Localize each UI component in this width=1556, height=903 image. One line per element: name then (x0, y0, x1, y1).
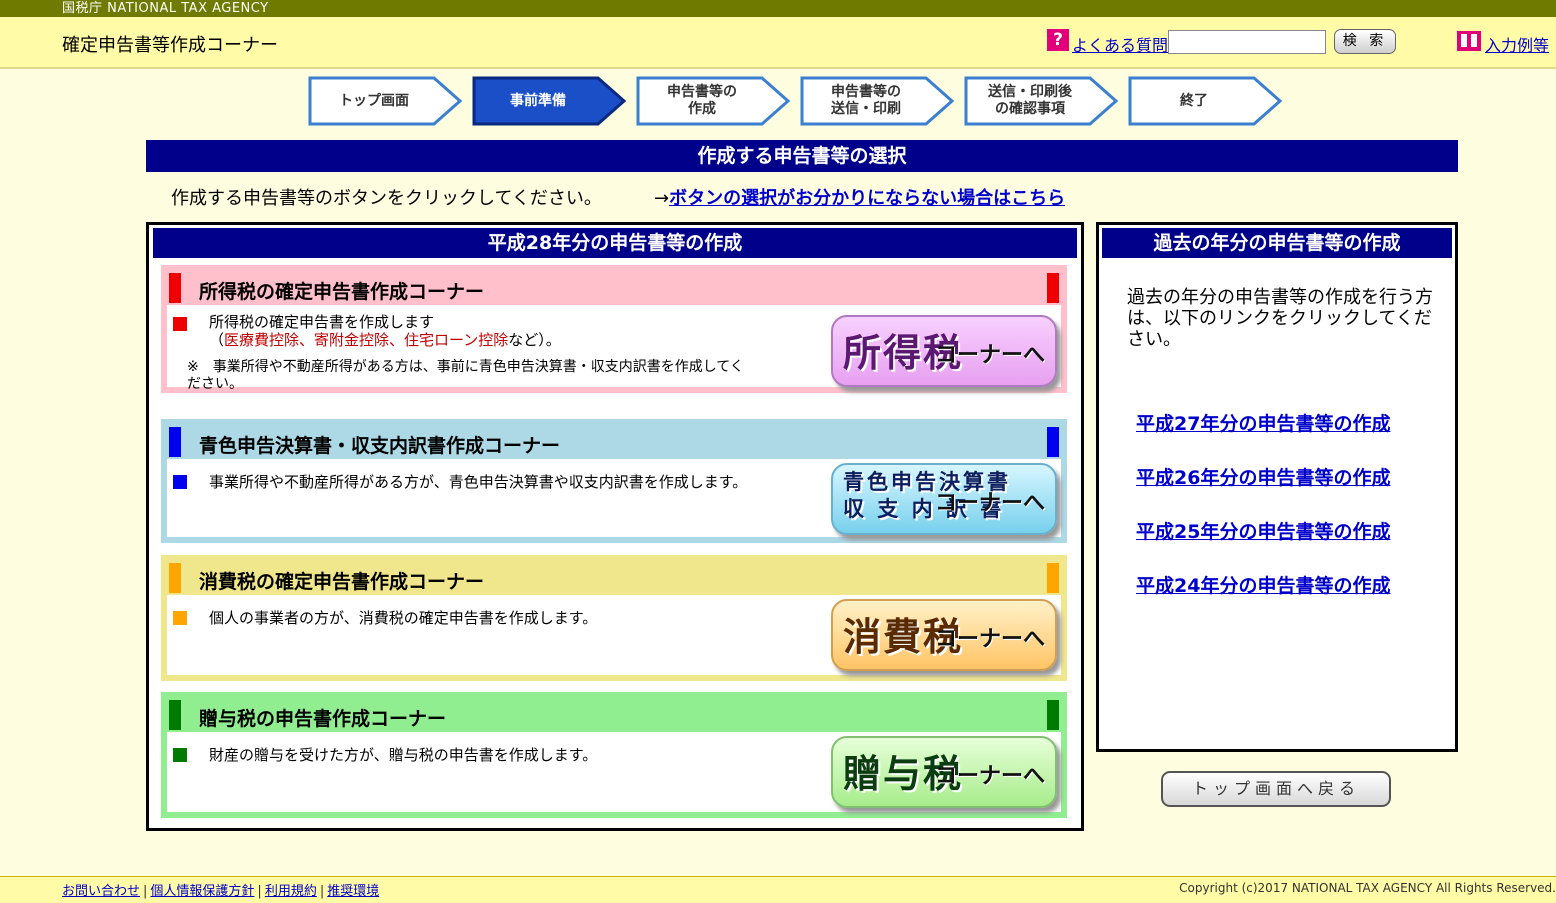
corner-title-bar: 贈与税の申告書作成コーナー (161, 692, 1067, 732)
corner-description: 事業所得や不動産所得がある方が、青色申告決算書や収支内訳書を作成します。 (209, 473, 748, 491)
page-title: 確定申告書等作成コーナー (62, 35, 278, 56)
corner-body: 個人の事業者の方が、消費税の確定申告書を作成します。 消費税 コーナーへ (167, 595, 1061, 675)
corner-note: ※ 事業所得や不動産所得がある方は、事前に青色申告決算書・収支内訳書を作成してく… (187, 359, 744, 392)
corner-body: 事業所得や不動産所得がある方が、青色申告決算書や収支内訳書を作成します。 青色申… (167, 459, 1061, 537)
corner-body: 財産の贈与を受けた方が、贈与税の申告書を作成します。 贈与税 コーナーへ (167, 732, 1061, 812)
current-year-panel: 平成28年分の申告書等の作成 所得税の確定申告書作成コーナー 所得税の確定申告書… (146, 222, 1084, 831)
bullet-icon (173, 317, 187, 331)
header: 確定申告書等作成コーナー ? よくある質問 検 索 入力例等 (0, 17, 1556, 69)
footer-link-environment[interactable]: 推奨環境 (327, 884, 379, 899)
past-years-panel: 過去の年分の申告書等の作成 過去の年分の申告書等の作成を行う方は、以下のリンクを… (1096, 222, 1458, 752)
copyright: Copyright (c)2017 NATIONAL TAX AGENCY Al… (1179, 881, 1556, 895)
step-4: 申告書等の 送信・印刷 (800, 76, 956, 126)
footer-link-contact[interactable]: お問い合わせ (62, 884, 140, 899)
arrow-prefix: → (654, 188, 670, 209)
corner-tag (169, 563, 181, 593)
past-year-link[interactable]: 平成26年分の申告書等の作成 (1136, 463, 1390, 490)
corner-description: 個人の事業者の方が、消費税の確定申告書を作成します。 (209, 609, 598, 627)
corner-title: 青色申告決算書・収支内訳書作成コーナー (199, 435, 561, 457)
past-years-description: 過去の年分の申告書等の作成を行う方は、以下のリンクをクリックしてください。 (1127, 287, 1433, 350)
agency-name: 国税庁 NATIONAL TAX AGENCY (62, 1, 269, 16)
consumption-tax-corner-button[interactable]: 消費税 コーナーへ (831, 599, 1057, 671)
bullet-icon (173, 748, 187, 762)
corner-tag (1047, 427, 1059, 457)
search-button[interactable]: 検 索 (1334, 29, 1396, 54)
agency-topbar: 国税庁 NATIONAL TAX AGENCY (0, 0, 1556, 17)
bullet-icon (173, 475, 187, 489)
step-label: トップ画面 (339, 92, 409, 109)
corner-tag (1047, 563, 1059, 593)
step-label: 事前準備 (510, 92, 566, 109)
help-link-row: →ボタンの選択がお分かりにならない場合はこちら (654, 184, 1065, 210)
footer-links: お問い合わせ | 個人情報保護方針 | 利用規約 | 推奨環境 (62, 880, 379, 899)
description-close: など）。 (508, 331, 561, 349)
footer-link-terms[interactable]: 利用規約 (265, 884, 317, 899)
button-sub-text: コーナーへ (934, 491, 1045, 516)
question-icon[interactable]: ? (1047, 29, 1069, 51)
corner-title: 所得税の確定申告書作成コーナー (199, 281, 485, 303)
corner-tag (169, 427, 181, 457)
gift-tax-corner: 贈与税の申告書作成コーナー 財産の贈与を受けた方が、贈与税の申告書を作成します。… (161, 692, 1067, 818)
income-tax-corner-button[interactable]: 所得税 コーナーへ (831, 315, 1057, 387)
corner-tag (1047, 700, 1059, 730)
button-sub-text: コーナーへ (934, 764, 1045, 789)
corner-tag (1047, 273, 1059, 303)
current-year-heading: 平成28年分の申告書等の作成 (153, 228, 1077, 258)
past-years-heading: 過去の年分の申告書等の作成 (1102, 228, 1452, 258)
corner-tag (169, 700, 181, 730)
back-to-top-button[interactable]: トップ画面へ戻る (1161, 771, 1391, 807)
book-icon[interactable] (1457, 31, 1481, 51)
footer-link-privacy[interactable]: 個人情報保護方針 (150, 884, 254, 899)
income-tax-corner: 所得税の確定申告書作成コーナー 所得税の確定申告書を作成します （医療費控除、寄… (161, 265, 1067, 393)
corner-description: 所得税の確定申告書を作成します （医療費控除、寄附金控除、住宅ローン控除など）。 (209, 313, 739, 349)
footer-separator: | (257, 884, 262, 899)
help-link[interactable]: ボタンの選択がお分かりにならない場合はこちら (669, 188, 1065, 209)
button-sub-text: コーナーへ (934, 343, 1045, 368)
deduction-examples: 医療費控除、寄附金控除、住宅ローン控除 (224, 331, 509, 349)
footer-separator: | (143, 884, 148, 899)
instruction-text: 作成する申告書等のボタンをクリックしてください。 (171, 188, 602, 209)
faq-link[interactable]: よくある質問 (1072, 32, 1168, 56)
blue-return-corner: 青色申告決算書・収支内訳書作成コーナー 事業所得や不動産所得がある方が、青色申告… (161, 419, 1067, 543)
corner-title: 消費税の確定申告書作成コーナー (199, 571, 485, 593)
footer-separator: | (319, 884, 325, 899)
selection-banner: 作成する申告書等の選択 (146, 140, 1458, 172)
blue-return-corner-button[interactable]: 青色申告決算書収 支 内 訳 書 コーナーへ (831, 463, 1057, 535)
step-5: 送信・印刷後 の確認事項 (964, 76, 1120, 126)
description-line: 所得税の確定申告書を作成します (209, 313, 435, 331)
corner-title: 贈与税の申告書作成コーナー (199, 708, 447, 730)
step-label: 送信・印刷後 の確認事項 (988, 84, 1072, 117)
progress-steps: トップ画面 事前準備 申告書等の 作成 申告書等の 送信・印刷 送信・印刷後 の確認事項 終了 (308, 76, 1288, 126)
step-2: 事前準備 (472, 76, 628, 126)
corner-body: 所得税の確定申告書を作成します （医療費控除、寄附金控除、住宅ローン控除など）。… (167, 305, 1061, 392)
past-year-link[interactable]: 平成27年分の申告書等の作成 (1136, 409, 1390, 436)
corner-tag (169, 273, 181, 303)
past-year-link[interactable]: 平成25年分の申告書等の作成 (1136, 517, 1390, 544)
bullet-icon (173, 611, 187, 625)
consumption-tax-corner: 消費税の確定申告書作成コーナー 個人の事業者の方が、消費税の確定申告書を作成しま… (161, 555, 1067, 681)
corner-title-bar: 所得税の確定申告書作成コーナー (161, 265, 1067, 305)
footer: お問い合わせ | 個人情報保護方針 | 利用規約 | 推奨環境 Copyright (c)2… (0, 876, 1556, 903)
past-year-link[interactable]: 平成24年分の申告書等の作成 (1136, 571, 1390, 598)
corner-description: 財産の贈与を受けた方が、贈与税の申告書を作成します。 (209, 746, 598, 764)
step-1: トップ画面 (308, 76, 464, 126)
step-label: 終了 (1180, 92, 1208, 109)
step-label: 申告書等の 作成 (667, 84, 737, 117)
description-open: （ (209, 331, 225, 349)
step-label: 申告書等の 送信・印刷 (831, 84, 901, 117)
search-input[interactable] (1168, 30, 1326, 54)
step-6: 終了 (1128, 76, 1284, 126)
corner-title-bar: 消費税の確定申告書作成コーナー (161, 555, 1067, 595)
step-3: 申告書等の 作成 (636, 76, 792, 126)
gift-tax-corner-button[interactable]: 贈与税 コーナーへ (831, 736, 1057, 808)
button-sub-text: コーナーへ (934, 627, 1045, 652)
corner-title-bar: 青色申告決算書・収支内訳書作成コーナー (161, 419, 1067, 459)
input-example-link[interactable]: 入力例等 (1485, 32, 1549, 56)
